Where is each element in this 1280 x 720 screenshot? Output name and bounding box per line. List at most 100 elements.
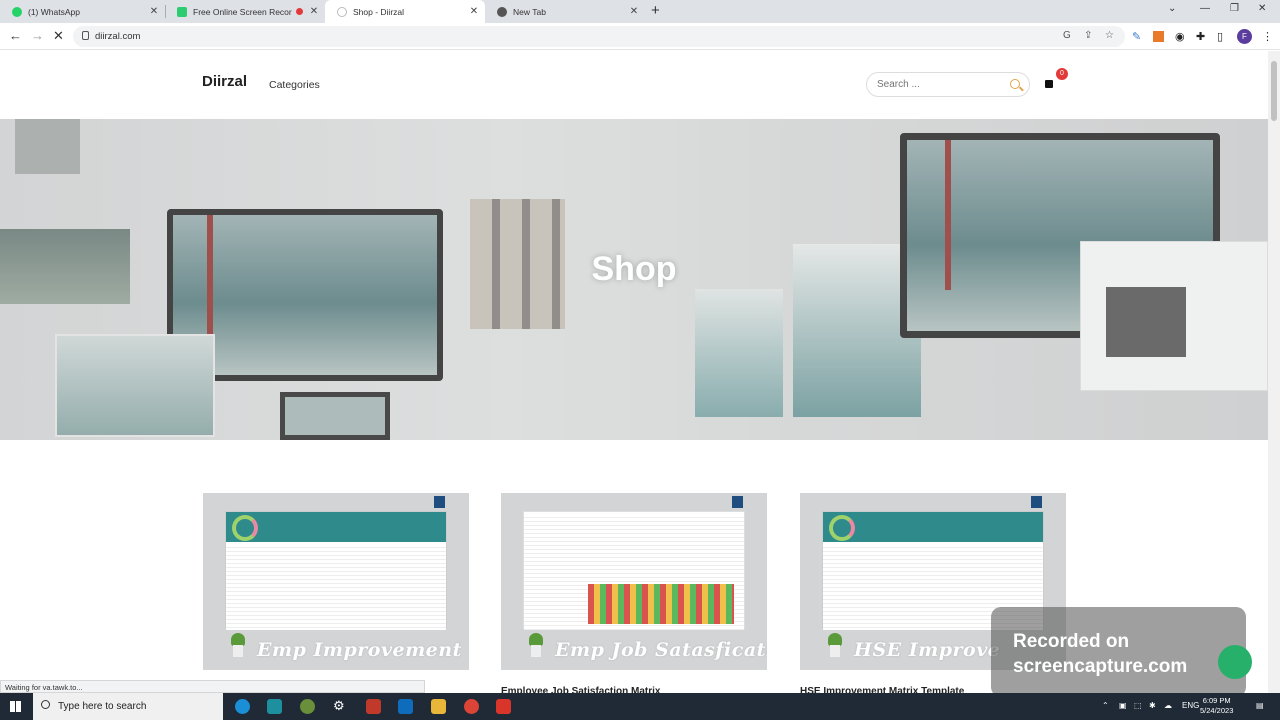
tab-title: Free Online Screen Recorder	[193, 6, 292, 17]
nav-categories[interactable]: Categories	[269, 79, 320, 91]
tab-new-tab[interactable]: New Tab ✕	[485, 0, 645, 23]
watermark-line2: screencapture.com	[1013, 656, 1188, 677]
search-box	[866, 72, 1030, 97]
tab-whatsapp[interactable]: (1) WhatsApp ✕	[0, 0, 165, 23]
bookmark-star-icon[interactable]: ☆	[1105, 30, 1114, 41]
scrollbar-thumb[interactable]	[1271, 61, 1277, 121]
close-window-icon[interactable]: ✕	[1258, 3, 1266, 14]
product-card[interactable]: Emp Improvement	[203, 493, 469, 670]
recording-icon	[296, 8, 303, 15]
product-label: Emp Job Satasfication	[555, 639, 767, 661]
search-icon	[41, 700, 50, 709]
chat-widget-icon[interactable]	[1218, 645, 1252, 679]
address-bar[interactable]: diirzal.com G ⇪ ☆	[73, 26, 1125, 47]
page-title: Shop	[591, 250, 677, 288]
tab-search-icon[interactable]: ⌄	[1168, 3, 1176, 14]
recording-watermark: Recorded on screencapture.com	[991, 607, 1246, 697]
taskbar-clock[interactable]: 6:09 PM 5/24/2023	[1200, 696, 1233, 716]
excel-badge-icon	[1031, 496, 1042, 508]
search-input[interactable]	[877, 79, 1007, 90]
back-icon[interactable]: ←	[9, 28, 22, 43]
status-bar: Waiting for va.tawk.to...	[0, 680, 425, 693]
loading-icon	[337, 6, 347, 17]
thumb-header	[226, 512, 446, 542]
search-icon[interactable]	[1010, 79, 1020, 89]
tab-title: Shop - Diirzal	[353, 6, 405, 17]
extensions-puzzle-icon[interactable]: ✚	[1196, 30, 1205, 43]
product-label: Emp Improvement	[257, 639, 462, 661]
plant-icon	[529, 633, 543, 657]
google-icon[interactable]: G	[1063, 30, 1071, 41]
file-explorer-icon[interactable]	[431, 699, 446, 714]
windows-start-icon[interactable]	[10, 701, 21, 712]
tray-app-icon[interactable]: ⬚	[1134, 701, 1142, 710]
tab-title: (1) WhatsApp	[28, 6, 80, 17]
edge-icon[interactable]	[235, 699, 250, 714]
minimize-icon[interactable]: —	[1200, 3, 1210, 14]
tray-chevron-icon[interactable]: ⌃	[1102, 701, 1109, 710]
cart-icon[interactable]	[1045, 80, 1053, 88]
store-icon[interactable]	[267, 699, 282, 714]
extension-camera-icon[interactable]: ◉	[1175, 30, 1185, 43]
chrome-icon	[497, 6, 507, 17]
tab-screen-recorder[interactable]: Free Online Screen Recorder ✕	[165, 0, 325, 23]
lock-icon	[82, 31, 89, 40]
outlook-icon[interactable]	[398, 699, 413, 714]
close-icon[interactable]: ✕	[149, 6, 159, 17]
extension-pen-icon[interactable]: ✎	[1132, 30, 1141, 43]
windows-taskbar: Type here to search ⚙ ⌃ ▣ ⬚ ✱ ☁ ENG 6:09…	[0, 693, 1280, 720]
network-icon[interactable]: ☁	[1164, 701, 1172, 710]
close-icon[interactable]: ✕	[309, 6, 319, 17]
settings-gear-icon[interactable]: ⚙	[333, 698, 348, 713]
url-text: diirzal.com	[95, 31, 141, 42]
watermark-line1: Recorded on	[1013, 631, 1130, 652]
profile-avatar[interactable]: F	[1237, 29, 1252, 44]
clock-date: 5/24/2023	[1200, 706, 1234, 715]
product-thumbnail	[225, 511, 447, 630]
recorder-icon	[177, 6, 187, 17]
menu-kebab-icon[interactable]: ⋮	[1262, 30, 1273, 43]
thumb-donut	[232, 515, 258, 541]
app-icon[interactable]	[366, 699, 381, 714]
clock-time: 6:09 PM	[1202, 696, 1231, 705]
new-tab-icon[interactable]: +	[651, 2, 660, 19]
site-logo[interactable]: Diirzal	[202, 73, 247, 90]
taskbar-search[interactable]: Type here to search	[33, 693, 223, 720]
language-indicator[interactable]: ENG	[1182, 701, 1199, 710]
excel-badge-icon	[434, 496, 445, 508]
thumb-heatmap	[588, 584, 734, 624]
tray-app-icon[interactable]: ▣	[1119, 701, 1127, 710]
app-icon[interactable]	[300, 699, 315, 714]
taskbar-search-text: Type here to search	[58, 701, 147, 712]
thumb-table	[226, 544, 446, 630]
share-icon[interactable]: ⇪	[1084, 30, 1092, 41]
site-header: Diirzal Categories 0	[0, 51, 1268, 119]
whatsapp-icon	[12, 6, 22, 17]
excel-badge-icon	[732, 496, 743, 508]
tab-shop-diirzal[interactable]: Shop - Diirzal ✕	[325, 0, 485, 23]
page-scrollbar[interactable]	[1268, 51, 1280, 693]
bluetooth-icon[interactable]: ✱	[1149, 701, 1156, 710]
side-panel-icon[interactable]: ▯	[1217, 30, 1223, 43]
hero-banner: Shop	[0, 119, 1268, 440]
close-icon[interactable]: ✕	[469, 6, 479, 17]
plant-icon	[231, 633, 245, 657]
tab-title: New Tab	[513, 6, 546, 17]
product-thumbnail	[523, 511, 745, 630]
restore-icon[interactable]: ❐	[1230, 3, 1239, 14]
extension-orange-icon[interactable]	[1153, 31, 1164, 42]
forward-icon[interactable]: →	[31, 28, 44, 43]
cart-count-badge: 0	[1056, 68, 1068, 80]
tab-strip: (1) WhatsApp ✕ Free Online Screen Record…	[0, 0, 1280, 23]
thumb-donut	[829, 515, 855, 541]
recorder-app-icon[interactable]	[496, 699, 511, 714]
product-card[interactable]: Emp Job Satasfication	[501, 493, 767, 670]
stop-loading-icon[interactable]: ✕	[53, 28, 64, 44]
thumb-header	[823, 512, 1043, 542]
product-label: HSE Improve	[854, 639, 1001, 661]
browser-toolbar: ← → ✕ diirzal.com G ⇪ ☆	[0, 23, 1280, 50]
close-icon[interactable]: ✕	[629, 6, 639, 17]
plant-icon	[828, 633, 842, 657]
notifications-icon[interactable]: ▤	[1256, 701, 1264, 710]
chrome-icon[interactable]	[464, 699, 479, 714]
